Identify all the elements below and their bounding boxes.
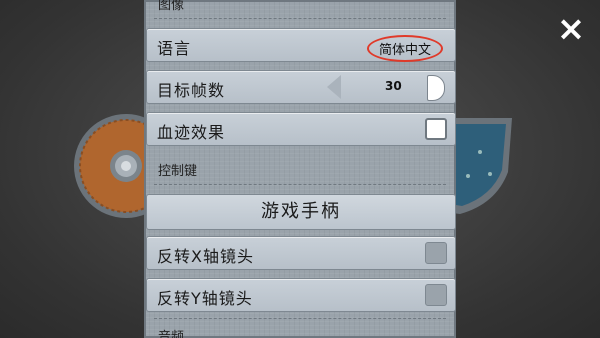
language-row[interactable]: 语言 简体中文 [146, 28, 456, 62]
blood-effect-checkbox[interactable] [425, 118, 447, 140]
gamepad-button[interactable]: 游戏手柄 [146, 194, 456, 230]
fps-label: 目标帧数 [157, 81, 226, 100]
divider [154, 318, 446, 319]
blood-effect-row[interactable]: 血迹效果 [146, 112, 456, 146]
divider [154, 18, 446, 19]
invert-x-label: 反转X轴镜头 [157, 247, 254, 266]
language-value[interactable]: 简体中文 [366, 35, 443, 62]
blood-effect-label: 血迹效果 [157, 123, 226, 142]
section-audio-title: 音频 [158, 330, 185, 338]
fps-decrease-arrow-icon[interactable] [327, 75, 341, 99]
fps-value: 30 [385, 79, 402, 93]
language-label: 语言 [157, 39, 192, 58]
invert-y-label: 反转Y轴镜头 [157, 289, 253, 308]
invert-x-row[interactable]: 反转X轴镜头 [146, 236, 456, 270]
section-image-title: 图像 [158, 0, 185, 13]
divider [154, 184, 446, 185]
fps-row: 目标帧数 30 [146, 70, 456, 104]
fps-increase-arrow-icon[interactable] [427, 75, 445, 101]
close-icon[interactable]: × [556, 12, 586, 46]
settings-panel: 图像 语言 简体中文 目标帧数 30 血迹效果 控制键 游戏手柄 反转X轴镜头 … [144, 0, 456, 338]
invert-y-row[interactable]: 反转Y轴镜头 [146, 278, 456, 312]
section-controls-title: 控制键 [158, 164, 198, 179]
invert-x-checkbox[interactable] [425, 242, 447, 264]
invert-y-checkbox[interactable] [425, 284, 447, 306]
